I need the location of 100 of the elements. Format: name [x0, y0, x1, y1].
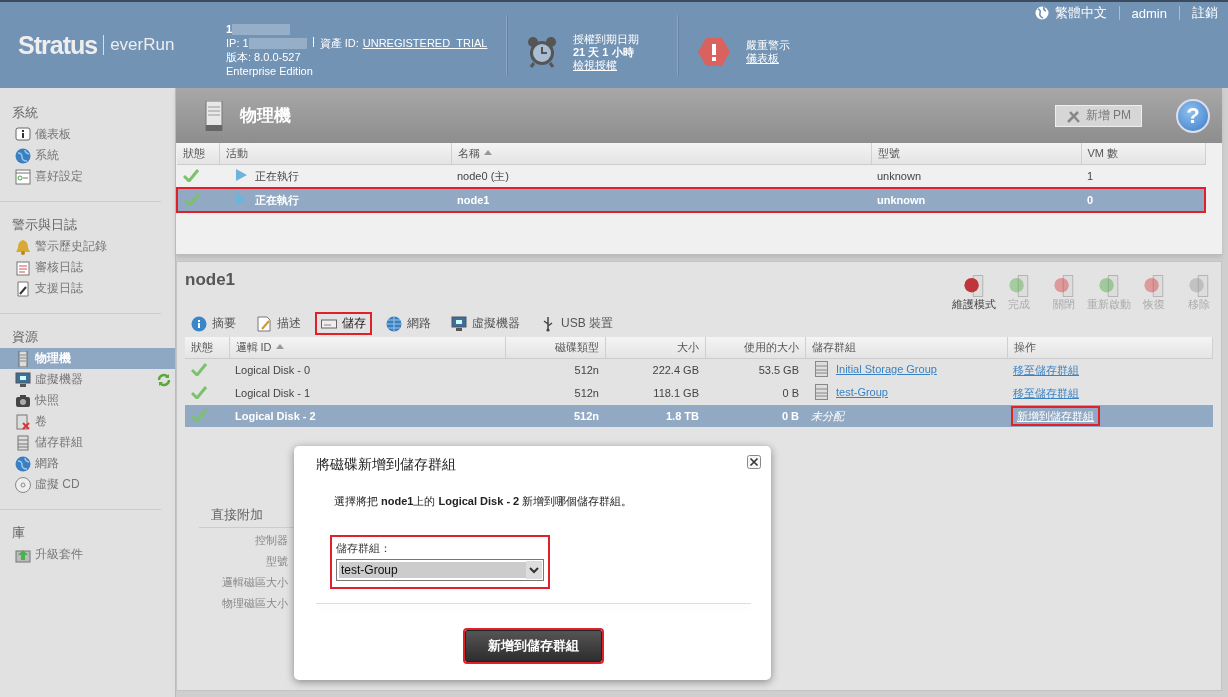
- tab[interactable]: 描述: [250, 312, 307, 335]
- close-icon[interactable]: [747, 455, 761, 469]
- column-header[interactable]: 儲存群組: [805, 337, 1007, 359]
- sidebar-item[interactable]: 快照: [0, 390, 175, 411]
- column-header[interactable]: 活動: [219, 143, 451, 165]
- tab[interactable]: 網路: [380, 312, 437, 335]
- field-label: 儲存群組：: [336, 541, 392, 556]
- server-status-icon: [1096, 274, 1121, 298]
- volume-icon: [15, 413, 31, 430]
- column-header[interactable]: 狀態: [185, 337, 229, 359]
- action-button[interactable]: 維護模式: [951, 274, 996, 310]
- redaction-block: [232, 23, 291, 35]
- storage-icon: [815, 384, 828, 400]
- page-title: 物理機: [240, 105, 291, 127]
- sidebar-item[interactable]: 喜好設定: [0, 166, 175, 187]
- table-cell: 0: [1081, 188, 1205, 212]
- sidebar-heading: 資源: [11, 328, 39, 346]
- storage-icon: [815, 361, 828, 377]
- server-status-icon: [1006, 274, 1031, 298]
- globe-icon: [386, 315, 402, 332]
- sidebar-item[interactable]: 警示歷史記錄: [0, 236, 175, 257]
- tab[interactable]: 虛擬機器: [445, 312, 526, 335]
- header-link[interactable]: 註銷: [1192, 4, 1218, 22]
- brand-logo: Stratus: [18, 30, 98, 60]
- help-button[interactable]: ?: [1176, 98, 1210, 133]
- table-cell: 512n: [505, 404, 605, 428]
- column-header[interactable]: 大小: [605, 337, 705, 359]
- server-status-icon: [1141, 274, 1166, 298]
- table-cell: 1.8 TB: [605, 404, 705, 428]
- header-link[interactable]: 繁體中文: [1054, 4, 1107, 22]
- field-label: 控制器: [254, 533, 289, 548]
- version-text: 版本: 8.0.0-527: [226, 50, 302, 64]
- edition-text: Enterprise Edition: [226, 64, 314, 78]
- add-to-storage-group-button[interactable]: 新增到儲存群組: [465, 630, 602, 662]
- sidebar-item[interactable]: 網路: [0, 453, 175, 474]
- sidebar-item[interactable]: 審核日誌: [0, 257, 175, 278]
- column-header[interactable]: 型號: [871, 143, 1081, 165]
- sidebar-item[interactable]: 系統: [0, 145, 175, 166]
- sidebar-item[interactable]: 虛擬機器: [0, 369, 175, 390]
- storage-group-dropdown[interactable]: test-Group: [336, 559, 544, 581]
- monitor-icon: [451, 315, 467, 332]
- sidebar-item[interactable]: 升級套件: [0, 544, 175, 565]
- asset-id-link[interactable]: UNREGISTERED_TRIAL: [362, 36, 488, 50]
- column-header[interactable]: 狀態: [177, 143, 219, 165]
- column-header[interactable]: 使用的大小: [705, 337, 805, 359]
- column-header[interactable]: VM 數: [1081, 143, 1205, 165]
- view-license-link[interactable]: 檢視授權: [573, 58, 617, 71]
- doc-icon: [256, 315, 272, 332]
- monitor-icon: [15, 371, 31, 388]
- log-icon: [15, 259, 31, 276]
- sidebar-item[interactable]: 物理機: [0, 348, 175, 369]
- column-header[interactable]: 名稱: [451, 143, 871, 165]
- server-icon: [204, 100, 224, 131]
- cd-icon: [15, 476, 31, 493]
- storage-group-link[interactable]: test-Group: [836, 386, 888, 398]
- column-header[interactable]: 邏輯 ID: [229, 337, 505, 359]
- camera-icon: [15, 392, 31, 409]
- tab[interactable]: 摘要: [185, 312, 242, 335]
- server-icon: [15, 350, 31, 367]
- table-action-link[interactable]: 移至儲存群組: [1013, 363, 1079, 376]
- server-status-icon: [961, 274, 986, 298]
- table-cell: 512n: [505, 381, 605, 405]
- column-header[interactable]: 操作: [1007, 337, 1213, 359]
- header-link[interactable]: admin: [1131, 5, 1167, 21]
- redaction-block: [248, 37, 307, 49]
- sidebar-item[interactable]: 卷: [0, 411, 175, 432]
- table-cell: 0 B: [705, 381, 805, 405]
- globe-icon: [1034, 6, 1049, 20]
- prefs-icon: [15, 168, 31, 185]
- field-label: 型號: [265, 554, 289, 569]
- table-action-link[interactable]: 移至儲存群組: [1013, 386, 1079, 399]
- info-icon: [191, 315, 207, 332]
- tab[interactable]: 儲存: [315, 312, 372, 335]
- dashboard-link[interactable]: 儀表板: [746, 52, 779, 64]
- sidebar-item[interactable]: 支援日誌: [0, 278, 175, 299]
- sidebar-heading: 警示與日誌: [11, 216, 78, 234]
- server-status-icon: [1186, 274, 1211, 298]
- sidebar-item[interactable]: 儀表板: [0, 124, 175, 145]
- field-label: 物理磁區大小: [221, 596, 289, 611]
- license-remaining: 21 天 1 小時: [573, 45, 635, 59]
- globe-icon: [15, 455, 31, 472]
- server-status-icon: [1051, 274, 1076, 298]
- field-label: 邏輯磁區大小: [221, 575, 289, 590]
- alarm-clock-icon: [527, 36, 557, 68]
- table-cell: 512n: [505, 358, 605, 382]
- tab[interactable]: USB 裝置: [534, 312, 619, 335]
- ip-address: IP: 1: [226, 36, 249, 50]
- column-header[interactable]: 磁碟類型: [505, 337, 605, 359]
- table-cell: 0 B: [705, 404, 805, 428]
- storage-group-link[interactable]: Initial Storage Group: [836, 363, 937, 375]
- sidebar-item[interactable]: 虛擬 CD: [0, 474, 175, 495]
- table-cell: Logical Disk - 2: [229, 404, 505, 428]
- sidebar-item[interactable]: 儲存群組: [0, 432, 175, 453]
- dialog-title: 將磁碟新增到儲存群組: [316, 456, 456, 474]
- storage-icon: [15, 434, 31, 451]
- table-cell: 未分配: [811, 409, 844, 422]
- table-cell: Logical Disk - 0: [229, 358, 505, 382]
- asset-label: 資產 ID:: [312, 36, 359, 50]
- table-cell: unknown: [871, 188, 1081, 212]
- sidebar-heading: 系統: [11, 104, 39, 122]
